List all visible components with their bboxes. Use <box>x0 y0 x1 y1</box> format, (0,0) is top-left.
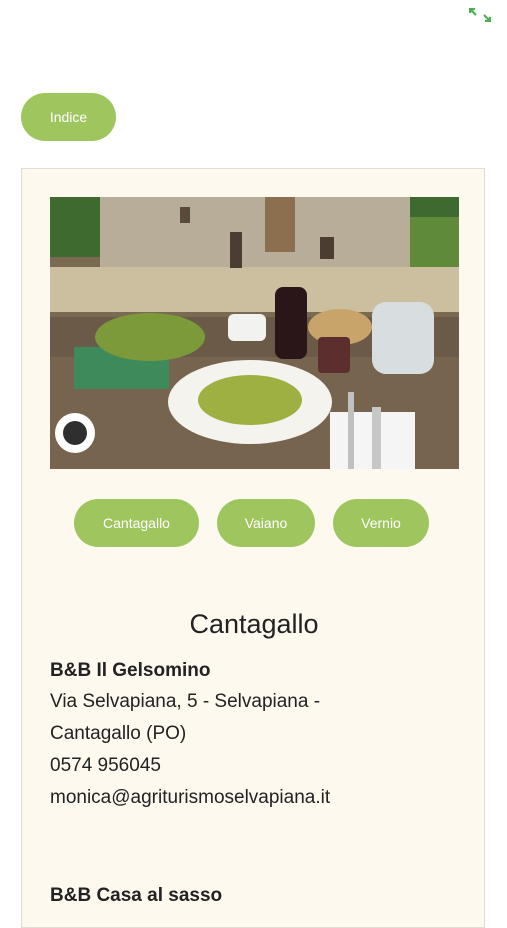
restaurant-photo <box>50 197 459 469</box>
listing-address: Via Selvapiana, 5 - Selvapiana - <box>50 691 321 712</box>
expand-icon[interactable] <box>469 8 491 22</box>
listing-phone[interactable]: 0574 956045 <box>50 750 470 782</box>
town-button-vaiano[interactable]: Vaiano <box>217 499 315 547</box>
listing: B&B Il Gelsomino Via Selvapiana, 5 - Sel… <box>50 656 470 814</box>
listing-name: B&B Casa al sasso <box>50 885 223 906</box>
listing: B&B Casa al sasso <box>50 881 470 911</box>
content-card: Cantagallo Vaiano Vernio Cantagallo B&B … <box>21 168 485 928</box>
town-buttons: Cantagallo Vaiano Vernio <box>22 499 486 549</box>
listing-address-line2: Cantagallo (PO) <box>50 723 187 744</box>
listing-email[interactable]: monica@agriturismoselvapiana.it <box>50 782 470 814</box>
section-title: Cantagallo <box>189 609 319 639</box>
town-button-vernio[interactable]: Vernio <box>333 499 429 547</box>
town-button-cantagallo[interactable]: Cantagallo <box>74 499 199 547</box>
index-button[interactable]: Indice <box>21 93 116 141</box>
listing-name: B&B Il Gelsomino <box>50 660 211 681</box>
